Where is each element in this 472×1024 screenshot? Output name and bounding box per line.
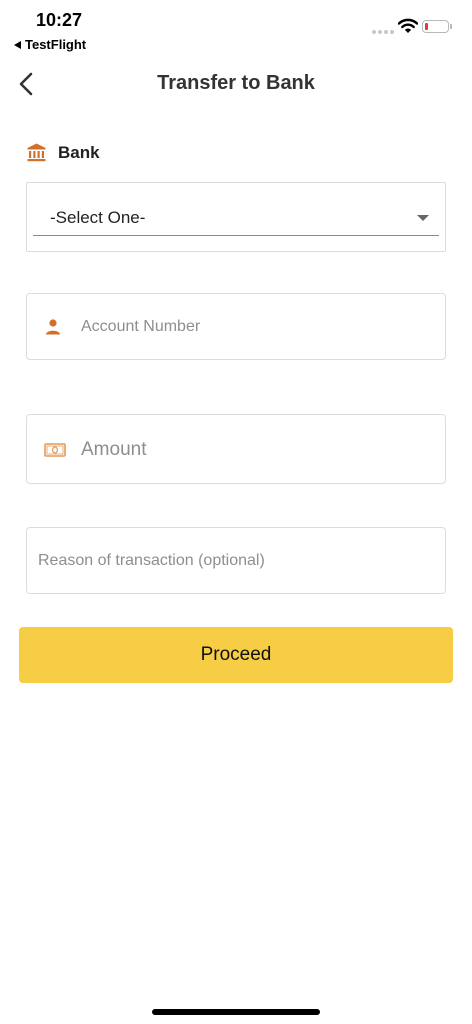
back-triangle-icon — [14, 40, 21, 49]
page-title: Transfer to Bank — [157, 72, 315, 94]
status-back-label: TestFlight — [25, 37, 87, 52]
bank-select-value: -Select One- — [50, 208, 146, 227]
home-indicator[interactable] — [152, 1009, 320, 1015]
account-number-input[interactable] — [81, 316, 431, 338]
cellular-signal-icon — [372, 30, 394, 34]
bank-select-container: -Select One- — [26, 182, 446, 252]
bank-label: Bank — [58, 142, 100, 162]
status-back-to-app[interactable]: TestFlight — [14, 37, 86, 52]
battery-level — [425, 23, 428, 30]
cash-icon — [44, 443, 66, 457]
amount-input[interactable] — [81, 437, 431, 463]
person-icon — [46, 319, 60, 335]
caret-down-icon — [417, 215, 429, 221]
account-number-field[interactable] — [26, 293, 446, 360]
reason-field[interactable] — [26, 527, 446, 594]
bank-icon — [27, 143, 46, 162]
amount-field[interactable] — [26, 414, 446, 484]
proceed-button[interactable]: Proceed — [19, 627, 453, 683]
wifi-icon — [398, 18, 418, 33]
bank-select[interactable]: -Select One- — [33, 201, 439, 236]
battery-icon — [422, 20, 452, 33]
bank-label-row: Bank — [26, 142, 100, 163]
status-time: 10:27 — [36, 10, 83, 30]
reason-input[interactable] — [38, 550, 433, 572]
